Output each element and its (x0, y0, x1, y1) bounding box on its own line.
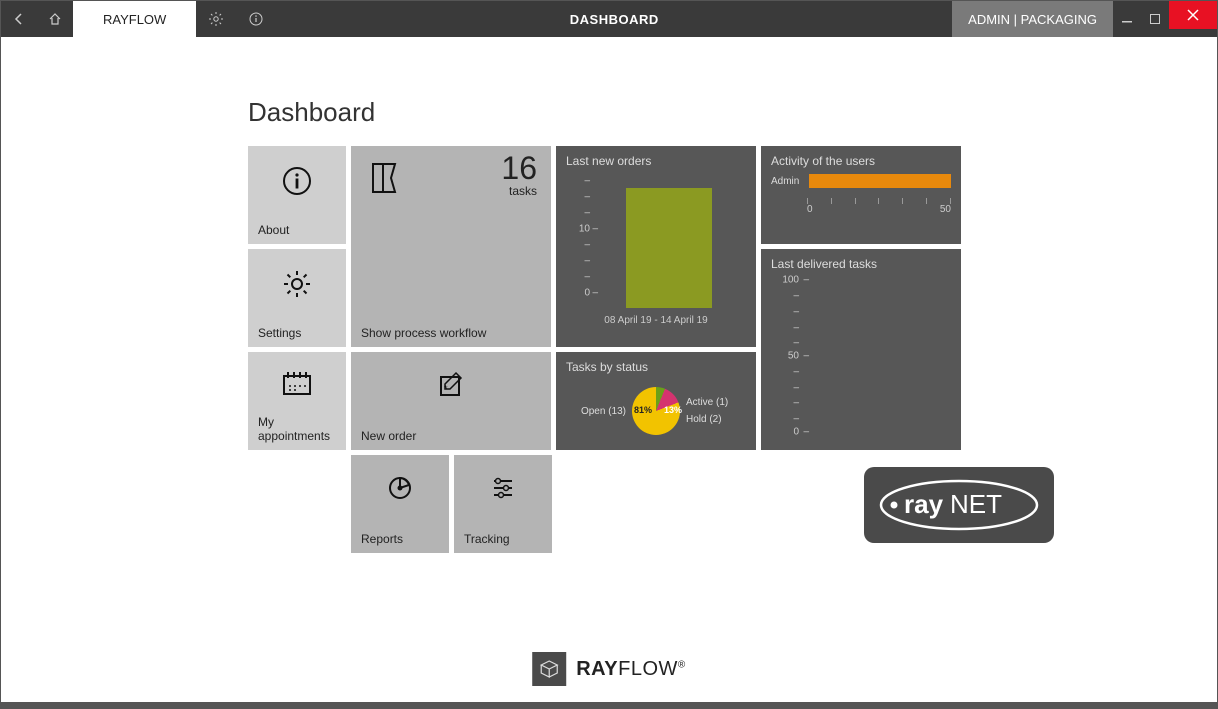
status-pie: 81% 13% (632, 387, 680, 435)
tile-workflow-label: Show process workflow (361, 327, 541, 341)
tile-reports[interactable]: Reports (351, 455, 449, 553)
activity-tick-50: 50 (940, 204, 951, 215)
orders-title: Last new orders (566, 154, 746, 168)
activity-cat: Admin (771, 176, 803, 187)
tile-activity[interactable]: Activity of the users Admin 0 50 (761, 146, 961, 244)
activity-title: Activity of the users (771, 154, 951, 168)
tile-settings[interactable]: Settings (248, 249, 346, 347)
reports-icon (385, 473, 415, 503)
status-legend-hold: Hold (2) (686, 414, 742, 425)
svg-text:NET: NET (950, 489, 1002, 519)
tile-reports-label: Reports (361, 533, 439, 547)
bottom-border (1, 702, 1217, 708)
user-badge[interactable]: ADMIN | PACKAGING (952, 1, 1113, 37)
calendar-icon (280, 370, 314, 398)
delivered-chart: 100 – – – – – 50 – – – – – 0 – (771, 277, 951, 435)
svg-text:ray: ray (904, 489, 944, 519)
status-legend-open: Open (13) (570, 406, 626, 417)
page-title: Dashboard (248, 97, 1217, 128)
tile-about-label: About (258, 224, 336, 238)
tile-tracking[interactable]: Tracking (454, 455, 552, 553)
tracking-icon (488, 473, 518, 503)
tile-new-order[interactable]: * New order (351, 352, 551, 450)
svg-text:*: * (444, 384, 448, 394)
close-button[interactable] (1169, 1, 1217, 29)
tile-appointments[interactable]: My appointments (248, 352, 346, 450)
tile-last-new-orders[interactable]: Last new orders – – – 10 – – – – 0 – 08 … (556, 146, 756, 347)
tile-grid: About Settings My appointments 16 ta (248, 146, 968, 553)
info-icon (280, 164, 314, 198)
activity-tick-0: 0 (807, 204, 813, 215)
titlebar: RAYFLOW DASHBOARD ADMIN | PACKAGING (1, 1, 1217, 37)
tile-about[interactable]: About (248, 146, 346, 244)
tile-tracking-label: Tracking (464, 533, 542, 547)
info-icon-button[interactable] (236, 1, 276, 37)
status-title: Tasks by status (566, 360, 746, 374)
maximize-button[interactable] (1141, 1, 1169, 37)
orders-xlabel: 08 April 19 - 14 April 19 (566, 315, 746, 326)
orders-chart: – – – 10 – – – – 0 – 08 April 19 - 14 Ap… (566, 174, 746, 324)
tile-appointments-label: My appointments (258, 416, 336, 444)
window-title: DASHBOARD (276, 1, 952, 37)
settings-icon-button[interactable] (196, 1, 236, 37)
activity-bar (809, 174, 951, 188)
delivered-title: Last delivered tasks (771, 257, 951, 271)
footer-logo: RAYFLOW® (532, 652, 686, 686)
tile-last-delivered[interactable]: Last delivered tasks 100 – – – – – 50 – … (761, 249, 961, 450)
tile-tasks-by-status[interactable]: Tasks by status Open (13) 81% 13% Active… (556, 352, 756, 450)
new-order-icon: * (436, 370, 466, 400)
orders-bar (626, 188, 712, 308)
main-content: Dashboard About Settings My appointments (1, 37, 1217, 708)
home-button[interactable] (37, 1, 73, 37)
rayflow-icon (532, 652, 566, 686)
workflow-sub: tasks (501, 184, 537, 198)
tab-rayflow[interactable]: RAYFLOW (73, 1, 196, 37)
workflow-count: 16 (501, 152, 537, 184)
raynet-logo[interactable]: ray NET (864, 467, 1054, 543)
gear-icon (280, 267, 314, 301)
tile-settings-label: Settings (258, 327, 336, 341)
back-button[interactable] (1, 1, 37, 37)
tile-workflow[interactable]: 16 tasks Show process workflow (351, 146, 551, 347)
tile-neworder-label: New order (361, 430, 541, 444)
minimize-button[interactable] (1113, 1, 1141, 37)
status-legend-active: Active (1) (686, 397, 742, 408)
